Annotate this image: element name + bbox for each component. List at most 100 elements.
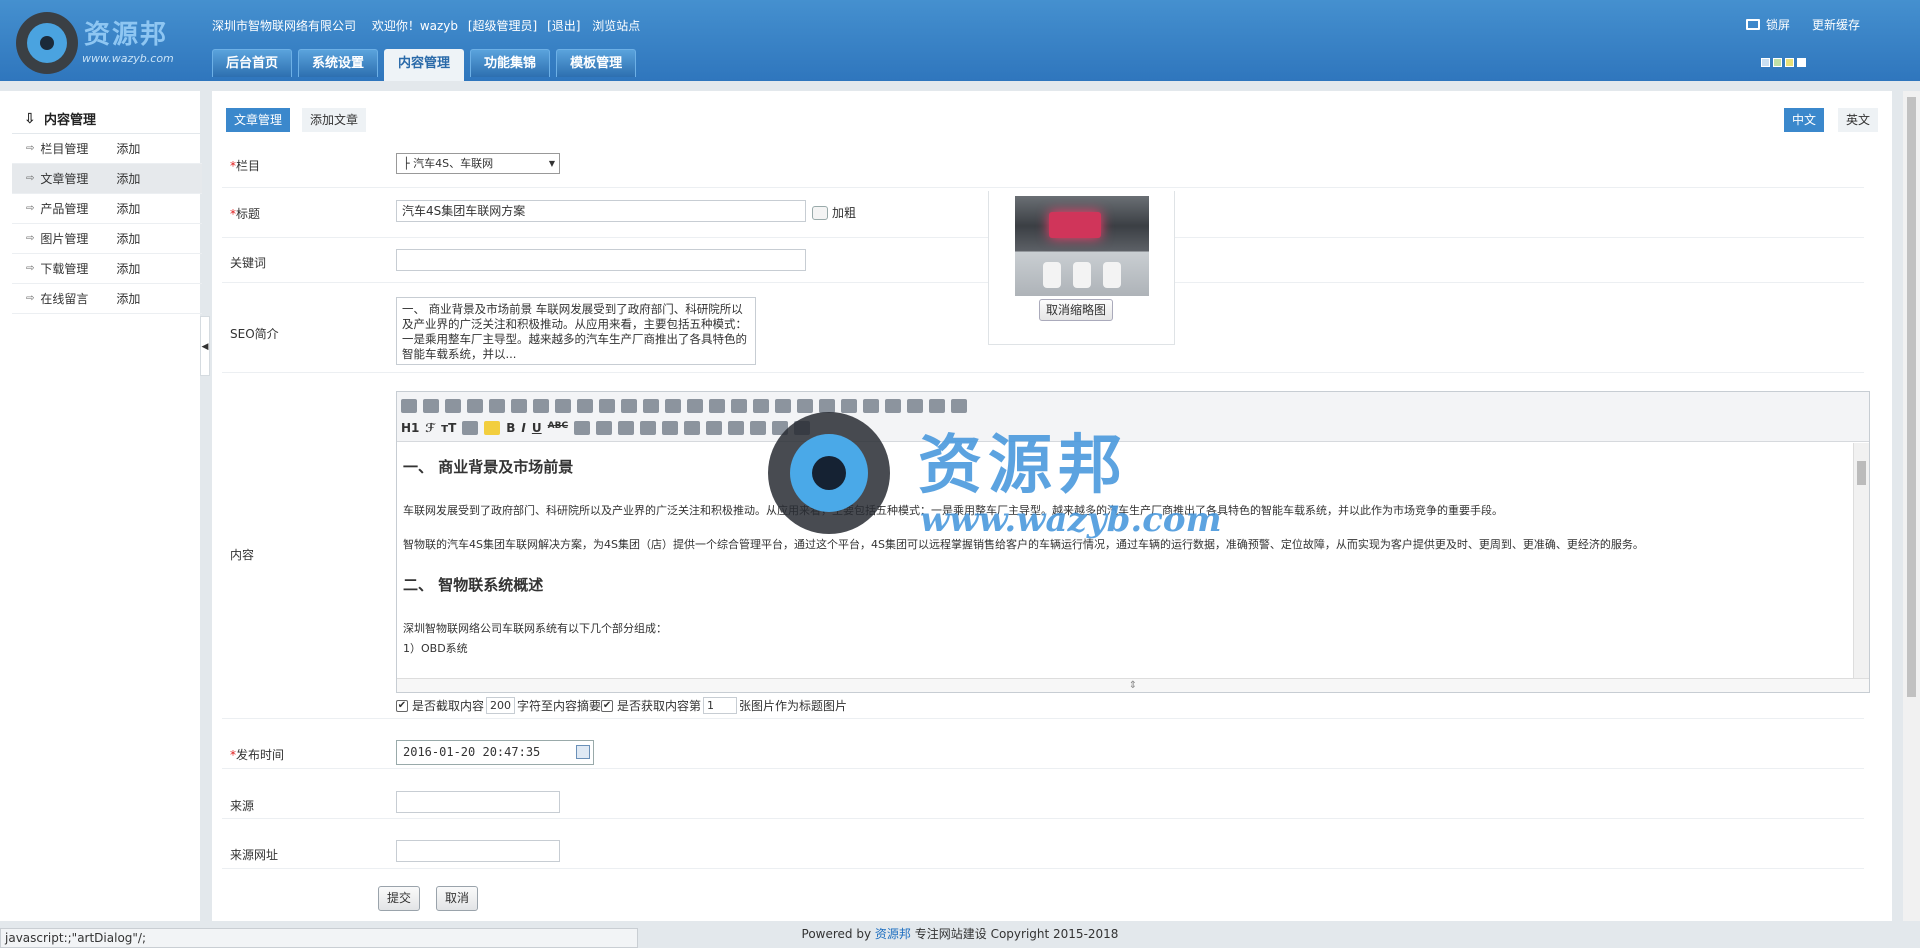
sidebar-add-link[interactable]: 添加 xyxy=(116,230,140,247)
editor-scrollbar[interactable] xyxy=(1853,443,1869,679)
cancel-thumbnail-button[interactable]: 取消缩略图 xyxy=(1039,299,1114,321)
submit-button[interactable]: 提交 xyxy=(378,886,421,911)
preview-icon[interactable] xyxy=(467,399,483,413)
subscript-icon[interactable] xyxy=(841,399,857,413)
nav-tab-home[interactable]: 后台首页 xyxy=(212,49,293,77)
sidebar-item-label[interactable]: 图片管理 xyxy=(40,230,116,247)
sidebar-item-label[interactable]: 在线留言 xyxy=(40,290,116,307)
skin-swatch[interactable] xyxy=(1773,58,1782,67)
lang-cn-button[interactable]: 中文 xyxy=(1783,108,1824,132)
select-all-icon[interactable] xyxy=(929,399,945,413)
logout-link[interactable]: [退出] xyxy=(547,19,580,33)
editor-resize-handle[interactable]: ⇕ xyxy=(397,678,1869,692)
sidebar-item-label[interactable]: 产品管理 xyxy=(40,200,116,217)
heading-dropdown[interactable]: H1 xyxy=(401,421,419,435)
emoticon-icon[interactable] xyxy=(706,421,723,435)
quick-format-icon[interactable] xyxy=(907,399,923,413)
keywords-input[interactable] xyxy=(396,249,806,271)
paste-text-icon[interactable] xyxy=(621,399,637,413)
map-icon[interactable] xyxy=(728,421,745,435)
table-icon[interactable] xyxy=(684,421,701,435)
truncate-checkbox[interactable]: ✔ xyxy=(396,699,408,712)
sidebar-add-link[interactable]: 添加 xyxy=(116,140,140,157)
truncate-length-input[interactable]: 200 xyxy=(486,697,516,714)
nav-tab-settings[interactable]: 系统设置 xyxy=(298,49,379,77)
skin-swatch[interactable] xyxy=(1785,58,1794,67)
source-input[interactable] xyxy=(396,791,560,813)
title-input[interactable]: 汽车4S集团车联网方案 xyxy=(396,200,806,222)
ordered-list-icon[interactable] xyxy=(753,399,769,413)
font-size-dropdown[interactable]: тT xyxy=(441,421,456,435)
strikethrough-button[interactable]: ABC xyxy=(548,421,568,435)
tab-add-article[interactable]: 添加文章 xyxy=(302,108,367,132)
flash-icon[interactable] xyxy=(640,421,657,435)
category-select[interactable]: ├ 汽车4S、车联网 xyxy=(396,153,560,174)
bold-checkbox[interactable]: 加粗 xyxy=(812,204,856,221)
italic-button[interactable]: I xyxy=(521,421,525,435)
paste-icon[interactable] xyxy=(599,399,615,413)
skin-swatch[interactable] xyxy=(1797,58,1806,67)
role-link[interactable]: [超级管理员] xyxy=(468,19,537,33)
source-icon[interactable] xyxy=(401,399,417,413)
refresh-cache-button[interactable]: 更新缓存 xyxy=(1812,16,1860,33)
logo[interactable]: 资源邦 www.wazyb.com xyxy=(16,12,186,74)
sidebar-item-label[interactable]: 栏目管理 xyxy=(40,140,116,157)
indent-icon[interactable] xyxy=(797,399,813,413)
source-url-input[interactable] xyxy=(396,840,560,862)
copy-icon[interactable] xyxy=(577,399,593,413)
redo-icon[interactable] xyxy=(445,399,461,413)
highlight-color-icon[interactable] xyxy=(484,421,501,435)
sidebar-item-articles: ⇨ 文章管理 添加 xyxy=(12,164,202,194)
eraser-icon[interactable] xyxy=(574,421,591,435)
browse-site-link[interactable]: 浏览站点 xyxy=(592,19,640,33)
lock-screen-button[interactable]: 锁屏 xyxy=(1745,16,1790,33)
sidebar-add-link[interactable]: 添加 xyxy=(116,290,140,307)
align-justify-icon[interactable] xyxy=(731,399,747,413)
nav-tab-templates[interactable]: 模板管理 xyxy=(556,49,637,77)
nav-tab-features[interactable]: 功能集锦 xyxy=(470,49,551,77)
sidebar-item-label[interactable]: 文章管理 xyxy=(40,170,116,187)
footer-brand-link[interactable]: 资源邦 xyxy=(875,927,911,941)
align-left-icon[interactable] xyxy=(665,399,681,413)
underline-button[interactable]: U xyxy=(532,421,542,435)
nav-tab-content[interactable]: 内容管理 xyxy=(384,49,465,81)
cancel-button[interactable]: 取消 xyxy=(436,886,479,911)
outdent-icon[interactable] xyxy=(819,399,835,413)
template-icon[interactable] xyxy=(511,399,527,413)
sidebar-add-link[interactable]: 添加 xyxy=(116,170,140,187)
image-index-input[interactable]: 1 xyxy=(703,697,738,714)
editor-content[interactable]: 一、 商业背景及市场前景 车联网发展受到了政府部门、科研院所以及产业界的广泛关注… xyxy=(397,443,1853,679)
image-icon[interactable] xyxy=(596,421,613,435)
align-center-icon[interactable] xyxy=(687,399,703,413)
code-icon[interactable] xyxy=(533,399,549,413)
lang-en-button[interactable]: 英文 xyxy=(1837,108,1878,132)
seo-textarea[interactable]: 一、 商业背景及市场前景 车联网发展受到了政府部门、科研院所以及产业界的广泛关注… xyxy=(396,297,756,365)
media-icon[interactable] xyxy=(662,421,679,435)
unlink-icon[interactable] xyxy=(794,421,811,435)
page-scrollbar[interactable] xyxy=(1903,91,1920,921)
paste-word-icon[interactable] xyxy=(643,399,659,413)
sidebar-add-link[interactable]: 添加 xyxy=(116,200,140,217)
clear-format-icon[interactable] xyxy=(885,399,901,413)
sidebar-add-link[interactable]: 添加 xyxy=(116,260,140,277)
fullscreen-icon[interactable] xyxy=(951,399,967,413)
publish-date-input[interactable]: 2016-01-20 20:47:35 xyxy=(396,740,594,765)
attachment-icon[interactable] xyxy=(750,421,767,435)
unordered-list-icon[interactable] xyxy=(775,399,791,413)
tab-article-manage[interactable]: 文章管理 xyxy=(226,108,291,132)
calendar-icon[interactable] xyxy=(576,745,590,759)
skin-swatch[interactable] xyxy=(1761,58,1770,67)
sidebar-collapse-toggle[interactable]: ◀ xyxy=(200,316,210,376)
sidebar-item-label[interactable]: 下载管理 xyxy=(40,260,116,277)
print-icon[interactable] xyxy=(489,399,505,413)
multi-image-icon[interactable] xyxy=(618,421,635,435)
undo-icon[interactable] xyxy=(423,399,439,413)
superscript-icon[interactable] xyxy=(863,399,879,413)
bold-button[interactable]: B xyxy=(506,421,515,435)
align-right-icon[interactable] xyxy=(709,399,725,413)
font-color-icon[interactable] xyxy=(462,421,479,435)
first-image-checkbox[interactable]: ✔ xyxy=(601,699,614,712)
link-icon[interactable] xyxy=(772,421,789,435)
cut-icon[interactable] xyxy=(555,399,571,413)
font-family-dropdown[interactable]: ℱ xyxy=(425,421,435,435)
